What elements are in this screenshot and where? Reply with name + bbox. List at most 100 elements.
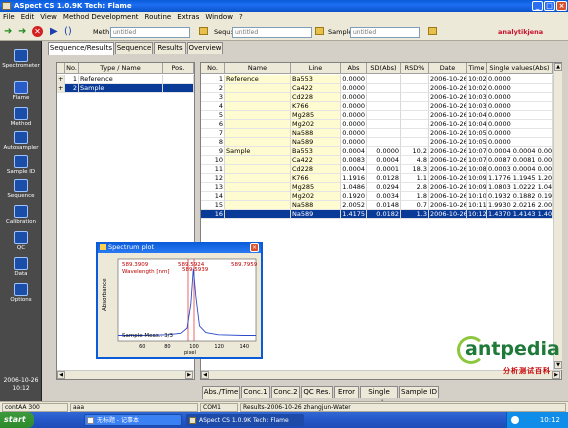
stop-icon[interactable]: ✕: [32, 26, 43, 37]
menu-view[interactable]: View: [37, 12, 60, 22]
sidebar-item-autosampler[interactable]: Autosampler: [0, 131, 42, 151]
menu-file[interactable]: File: [0, 12, 18, 22]
table-row[interactable]: 2 Ca422 0.0000 2006-10-26 10:02 0.0000: [201, 84, 553, 93]
vertical-scrollbar[interactable]: ▲ ▼: [553, 63, 562, 370]
sidebar-item-options[interactable]: Options: [0, 283, 42, 303]
spectrum-plot-window[interactable]: Spectrum plot × 589.3909 Wavelength [nm]…: [96, 242, 263, 359]
menu-help[interactable]: ?: [236, 12, 246, 22]
close-button[interactable]: ×: [556, 1, 567, 11]
table-row[interactable]: 8 Na589 0.0000 2006-10-26 10:05 0.0000: [201, 138, 553, 147]
cell-name: [225, 165, 291, 174]
sidebar-item-data[interactable]: Data: [0, 257, 42, 277]
col-header-rsd[interactable]: RSD%: [401, 63, 429, 74]
table-row[interactable]: + 1 Reference: [57, 75, 194, 84]
col-header-line[interactable]: Line: [291, 63, 341, 74]
col-header-name[interactable]: Name: [225, 63, 291, 74]
table-row-selected[interactable]: 16 Na589 1.4175 0.0182 1.3 2006-10-26 10:12 1.4…: [201, 210, 553, 219]
table-row[interactable]: 15 Na588 2.0052 0.0148 0.7 2006-10-26 10:11 1.9…: [201, 201, 553, 210]
row-expand[interactable]: +: [57, 75, 65, 84]
table-row[interactable]: 13 Mg285 1.0486 0.0294 2.8 2006-10-26 10:09 1.0…: [201, 183, 553, 192]
maximize-button[interactable]: □: [544, 1, 555, 11]
menu-extras[interactable]: Extras: [174, 12, 202, 22]
x-tick-label: 140: [240, 344, 250, 350]
sequ-folder-icon[interactable]: [315, 27, 324, 35]
col-header-date[interactable]: Date: [429, 63, 467, 74]
sample-field[interactable]: untitled: [350, 27, 420, 38]
table-row[interactable]: 1 Reference Ba553 0.0000 2006-10-26 10:02 0.00…: [201, 75, 553, 84]
minimize-button[interactable]: _: [532, 1, 543, 11]
run-arrow-icon[interactable]: ➜: [4, 26, 12, 37]
tab-abs-time[interactable]: Abs./Time: [202, 386, 240, 399]
tab-sample-id[interactable]: Sample ID: [399, 386, 439, 398]
sidebar-item-qc[interactable]: QC: [0, 231, 42, 251]
start-button[interactable]: start: [0, 412, 34, 428]
task-aspect[interactable]: ASpect CS 1.0.9K Tech: Flame: [186, 414, 304, 426]
sidebar-item-method[interactable]: Method: [0, 107, 42, 127]
refresh-icon[interactable]: (): [64, 26, 72, 37]
tab-conc1[interactable]: Conc.1: [241, 386, 270, 398]
table-row-selected[interactable]: + 2 Sample: [57, 84, 194, 93]
col-header-abs[interactable]: Abs: [341, 63, 367, 74]
spectrum-close-button[interactable]: ×: [250, 243, 259, 252]
tab-sequence-results[interactable]: Sequence/Results: [48, 42, 114, 55]
menu-window[interactable]: Window: [202, 12, 236, 22]
window-icon: [100, 244, 106, 250]
cell-rsd: [401, 111, 429, 120]
table-row[interactable]: 14 Mg202 0.1920 0.0034 1.8 2006-10-26 10:10 0.1…: [201, 192, 553, 201]
horizontal-scrollbar[interactable]: ◀ ▶: [57, 370, 194, 379]
menu-routine[interactable]: Routine: [142, 12, 175, 22]
tab-overview[interactable]: Overview: [187, 42, 223, 54]
table-row[interactable]: 9 Sample Ba553 0.0004 0.0000 10.2 2006-10-26 10…: [201, 147, 553, 156]
cell-name: Reference: [225, 75, 291, 84]
scroll-left-icon[interactable]: ◀: [201, 371, 209, 379]
meth-field[interactable]: untitled: [110, 27, 190, 38]
row-expand[interactable]: +: [57, 84, 65, 93]
sequ-field[interactable]: untitled: [232, 27, 312, 38]
task-notepad[interactable]: 无标题 - 记事本: [84, 414, 182, 426]
scroll-right-icon[interactable]: ▶: [185, 371, 193, 379]
col-header-single-values[interactable]: Single values(Abs): [487, 63, 553, 74]
table-row[interactable]: 4 K766 0.0000 2006-10-26 10:03 0.0000: [201, 102, 553, 111]
tab-error[interactable]: Error: [334, 386, 359, 398]
tab-sequence[interactable]: Sequence: [115, 42, 153, 54]
sidebar-item-sample-id[interactable]: Sample ID: [0, 155, 42, 175]
menu-method-development[interactable]: Method Development: [60, 12, 142, 22]
tab-single-val[interactable]: Single val.: [360, 386, 398, 407]
run-all-icon[interactable]: ➜: [18, 26, 26, 37]
tab-qc-res[interactable]: QC Res.: [301, 386, 333, 398]
cell-line: Mg202: [291, 120, 341, 129]
col-header-no[interactable]: No.: [65, 63, 79, 74]
table-row[interactable]: 12 K766 1.1916 0.0128 1.1 2006-10-26 10:09 1.17…: [201, 174, 553, 183]
col-header-time[interactable]: Time: [467, 63, 487, 74]
table-row[interactable]: 11 Cd228 0.0004 0.0001 18.3 2006-10-26 10:08 0.…: [201, 165, 553, 174]
table-row[interactable]: 5 Mg285 0.0000 2006-10-26 10:04 0.0000: [201, 111, 553, 120]
scroll-up-icon[interactable]: ▲: [554, 63, 562, 71]
table-row[interactable]: 3 Cd228 0.0000 2006-10-26 10:03 0.0000: [201, 93, 553, 102]
bottom-tabs: Abs./Time Conc.1 Conc.2 QC Res. Error Si…: [202, 386, 442, 407]
sidebar-item-flame[interactable]: Flame: [0, 81, 42, 101]
tab-results[interactable]: Results: [154, 42, 186, 54]
cell-time: 10:05: [467, 138, 487, 147]
table-row[interactable]: 6 Mg202 0.0000 2006-10-26 10:04 0.0000: [201, 120, 553, 129]
sidebar-item-sequence[interactable]: Sequence: [0, 179, 42, 199]
sidebar-item-calibration[interactable]: Calibration: [0, 205, 42, 225]
menu-edit[interactable]: Edit: [18, 12, 38, 22]
table-row[interactable]: 7 Na588 0.0000 2006-10-26 10:05 0.0000: [201, 129, 553, 138]
next-icon[interactable]: ▶: [50, 26, 58, 37]
sidebar-item-spectrometer[interactable]: Spectrometer: [0, 49, 42, 69]
cell-line: Na589: [291, 210, 341, 219]
cell-rsd: [401, 138, 429, 147]
spectrum-title-bar[interactable]: Spectrum plot ×: [98, 242, 261, 253]
table-row[interactable]: 10 Ca422 0.0083 0.0004 4.8 2006-10-26 10:07 0.0…: [201, 156, 553, 165]
scroll-left-icon[interactable]: ◀: [57, 371, 65, 379]
col-header-sd-abs[interactable]: SD(Abs): [367, 63, 401, 74]
col-header-type-name[interactable]: Type / Name: [79, 63, 163, 74]
spectrometer-icon: [14, 49, 28, 62]
tab-conc2[interactable]: Conc.2: [271, 386, 300, 398]
status-user: aaa: [70, 403, 198, 412]
col-header-pos[interactable]: Pos.: [163, 63, 194, 74]
sample-folder-icon[interactable]: [428, 27, 437, 35]
meth-folder-icon[interactable]: [199, 27, 208, 35]
cell-sd-abs: 0.0294: [367, 183, 401, 192]
col-header-no[interactable]: No.: [201, 63, 225, 74]
